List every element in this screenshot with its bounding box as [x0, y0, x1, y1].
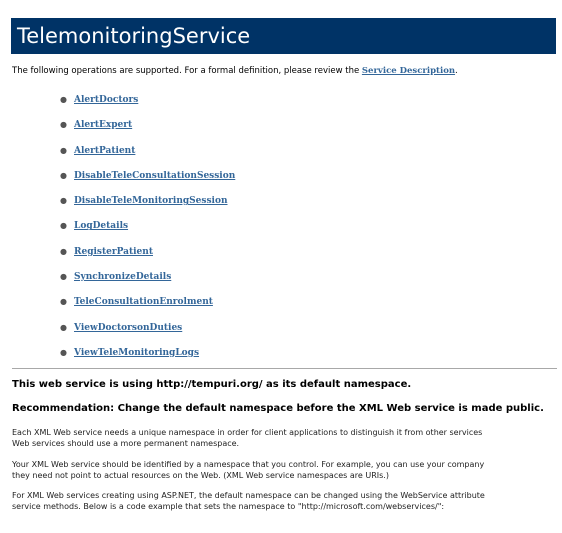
operation-item: ● DisableTeleConsultationSession — [60, 163, 235, 188]
bullet-icon: ● — [60, 297, 67, 307]
operation-link-alert-expert[interactable]: AlertExpert — [74, 120, 132, 130]
operation-item: ● LogDetails — [60, 213, 235, 238]
operation-item: ● TeleConsultationEnrolment — [60, 289, 235, 314]
bullet-icon: ● — [60, 95, 67, 104]
service-description-link[interactable]: Service Description — [362, 66, 455, 76]
bullet-icon: ● — [60, 145, 67, 155]
operation-item: ● DisableTeleMonitoringSession — [60, 188, 235, 213]
operation-item: ● AlertExpert — [60, 112, 235, 137]
operation-link-teleconsultation-enrolment[interactable]: TeleConsultationEnrolment — [74, 297, 213, 307]
namespace-paragraph-1: Each XML Web service needs a unique name… — [12, 427, 557, 449]
operation-link-log-details[interactable]: LogDetails — [74, 221, 128, 231]
intro-period: . — [455, 66, 458, 76]
operation-link-alert-patient[interactable]: AlertPatient — [74, 146, 135, 156]
operation-item: ● ViewDoctorsonDuties — [60, 315, 235, 340]
bullet-icon: ● — [60, 322, 67, 332]
paragraph-line: Each XML Web service needs a unique name… — [12, 428, 483, 437]
paragraph-line: Web services should use a more permanent… — [12, 439, 240, 448]
operation-link-alert-doctors[interactable]: AlertDoctors — [74, 95, 138, 105]
paragraph-line: Your XML Web service should be identifie… — [12, 460, 485, 469]
bullet-icon: ● — [60, 170, 67, 180]
operation-link-view-doctors-on-duties[interactable]: ViewDoctorsonDuties — [74, 323, 182, 333]
namespace-notice: This web service is using http://tempuri… — [12, 379, 412, 390]
intro-sentence: The following operations are supported. … — [12, 66, 362, 76]
operations-list: ● AlertDoctors ● AlertExpert ● AlertPatient… — [60, 87, 235, 365]
operation-item: ● SynchronizeDetails — [60, 264, 235, 289]
namespace-recommendation: Recommendation: Change the default names… — [12, 403, 544, 414]
namespace-paragraph-2: Your XML Web service should be identifie… — [12, 459, 557, 481]
operation-link-view-telemonitoring-logs[interactable]: ViewTeleMonitoringLogs — [74, 348, 199, 358]
bullet-icon: ● — [60, 246, 67, 256]
bullet-icon: ● — [60, 272, 67, 282]
bullet-icon: ● — [60, 120, 67, 130]
operation-item: ● AlertPatient — [60, 138, 235, 163]
section-divider — [12, 368, 557, 369]
service-title: TelemonitoringService — [11, 18, 556, 54]
paragraph-line: they need not point to actual resources … — [12, 471, 389, 480]
bullet-icon: ● — [60, 221, 67, 231]
operation-link-synchronize-details[interactable]: SynchronizeDetails — [74, 272, 171, 282]
operation-link-disable-teleconsultation-session[interactable]: DisableTeleConsultationSession — [74, 171, 235, 181]
operation-link-disable-telemonitoring-session[interactable]: DisableTeleMonitoringSession — [74, 196, 228, 206]
namespace-paragraph-3: For XML Web services creating using ASP.… — [12, 490, 557, 512]
intro-text: The following operations are supported. … — [12, 65, 557, 77]
operation-link-register-patient[interactable]: RegisterPatient — [74, 247, 153, 257]
paragraph-line: For XML Web services creating using ASP.… — [12, 491, 485, 500]
bullet-icon: ● — [60, 196, 67, 206]
operation-item: ● RegisterPatient — [60, 239, 235, 264]
operation-item: ● AlertDoctors — [60, 87, 235, 112]
operation-item: ● ViewTeleMonitoringLogs — [60, 340, 235, 365]
bullet-icon: ● — [60, 347, 67, 357]
paragraph-line: service methods. Below is a code example… — [12, 502, 445, 511]
